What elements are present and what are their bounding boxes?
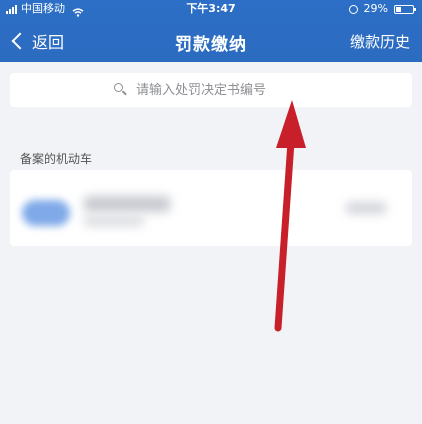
arrow-annotation bbox=[274, 100, 306, 332]
